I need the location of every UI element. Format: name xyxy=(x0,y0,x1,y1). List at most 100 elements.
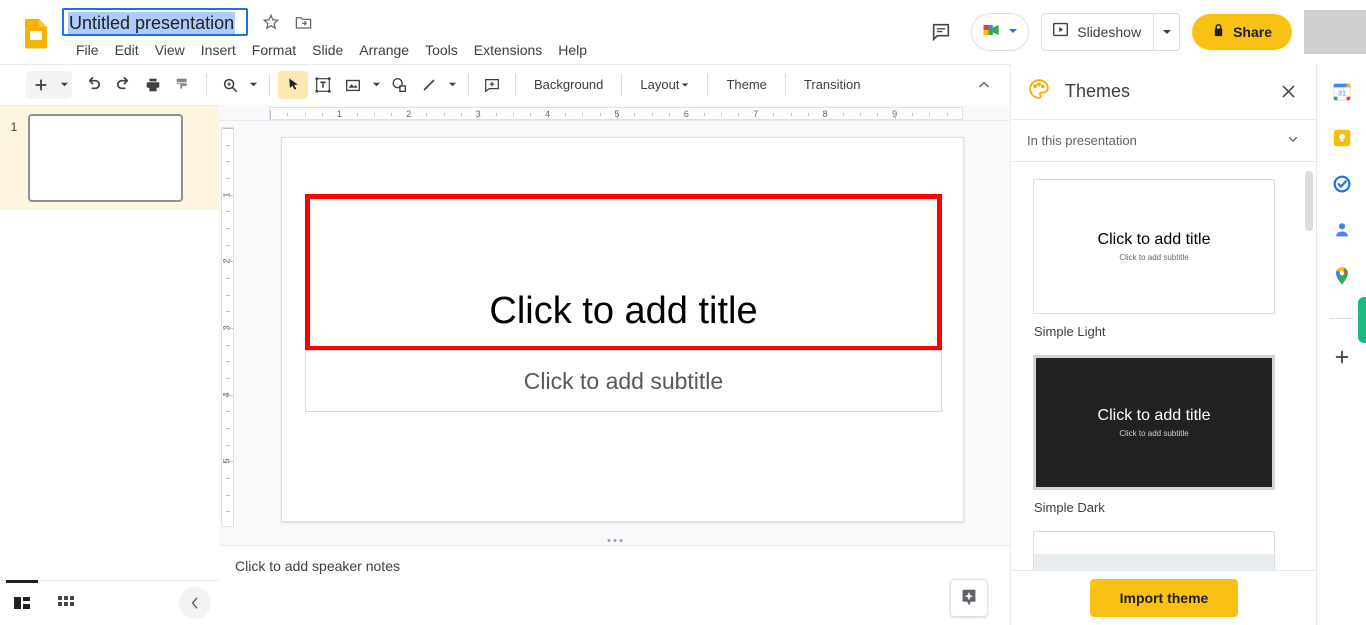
theme-thumbnail[interactable]: Click to add title Click to add subtitle xyxy=(1033,179,1275,314)
ruler-tick xyxy=(304,113,306,116)
menu-item-file[interactable]: File xyxy=(68,38,107,62)
themes-footer: Import theme xyxy=(1011,570,1317,625)
theme-thumbnail[interactable]: Click to add title Click to add subtitle xyxy=(1033,355,1275,490)
ruler-tick xyxy=(374,113,376,116)
explore-sparkle-icon[interactable] xyxy=(950,579,988,617)
shape-button[interactable] xyxy=(384,71,414,99)
theme-thumbnail[interactable] xyxy=(1033,531,1275,570)
ruler-tick xyxy=(599,113,601,116)
ruler-tick xyxy=(356,113,358,116)
slide-filmstrip[interactable]: 1 xyxy=(0,105,219,580)
title-placeholder[interactable]: Click to add title xyxy=(305,194,942,351)
menu-item-extensions[interactable]: Extensions xyxy=(466,38,550,62)
add-comment-button[interactable] xyxy=(477,71,507,99)
vertical-ruler[interactable]: 12345 xyxy=(219,121,236,540)
add-app-plus-icon[interactable] xyxy=(1330,345,1354,369)
redo-button[interactable] xyxy=(108,71,138,99)
themes-list[interactable]: Click to add title Click to add subtitle… xyxy=(1011,163,1317,570)
themes-scrollbar[interactable] xyxy=(1305,171,1313,231)
line-dropdown-icon[interactable] xyxy=(444,71,460,99)
menu-item-insert[interactable]: Insert xyxy=(193,38,244,62)
google-maps-icon[interactable] xyxy=(1330,264,1354,288)
menu-item-help[interactable]: Help xyxy=(550,38,595,62)
ruler-label: 7 xyxy=(753,109,759,119)
ruler-tick xyxy=(226,428,230,429)
speaker-notes-pane[interactable]: Click to add speaker notes xyxy=(219,546,1010,625)
slide-thumbnail[interactable] xyxy=(28,114,183,202)
text-box-button[interactable] xyxy=(308,71,338,99)
slideshow-main[interactable]: Slideshow xyxy=(1042,14,1153,50)
presentation-title-input[interactable]: Untitled presentation xyxy=(62,8,248,36)
ruler-tick xyxy=(721,113,723,116)
ruler-tick xyxy=(223,461,233,463)
image-dropdown-icon[interactable] xyxy=(368,71,384,99)
subtitle-placeholder-text: Click to add subtitle xyxy=(523,367,724,394)
google-meet-button[interactable] xyxy=(971,13,1030,51)
new-slide-dropdown-icon[interactable] xyxy=(56,71,72,99)
insert-image-button[interactable] xyxy=(338,71,368,99)
slide-canvas[interactable]: Click to add title Click to add subtitle xyxy=(281,137,964,522)
ruler-tick xyxy=(322,113,324,116)
ruler-tick xyxy=(223,328,233,329)
menu-item-edit[interactable]: Edit xyxy=(107,38,147,62)
slide-number: 1 xyxy=(10,120,18,134)
layout-button[interactable]: Layout xyxy=(630,72,699,97)
new-slide-button[interactable] xyxy=(26,71,56,99)
title-row: Untitled presentation xyxy=(62,8,313,36)
star-icon[interactable] xyxy=(262,13,280,31)
menu-item-arrange[interactable]: Arrange xyxy=(351,38,417,62)
menu-item-tools[interactable]: Tools xyxy=(417,38,466,62)
theme-button[interactable]: Theme xyxy=(716,72,776,97)
collapse-filmstrip-icon[interactable] xyxy=(179,587,211,619)
close-icon[interactable] xyxy=(1272,76,1304,108)
theme-card-streamline[interactable] xyxy=(1033,531,1275,570)
zoom-dropdown-icon[interactable] xyxy=(245,71,261,99)
line-button[interactable] xyxy=(414,71,444,99)
ruler-tick xyxy=(669,113,671,116)
google-tasks-icon[interactable] xyxy=(1330,172,1354,196)
subtitle-placeholder[interactable]: Click to add subtitle xyxy=(305,350,942,412)
undo-button[interactable] xyxy=(78,71,108,99)
comment-history-icon[interactable] xyxy=(923,14,959,50)
paint-format-button[interactable] xyxy=(168,71,198,99)
side-notification-chip[interactable] xyxy=(1358,297,1366,343)
print-button[interactable] xyxy=(138,71,168,99)
menu-item-view[interactable]: View xyxy=(147,38,193,62)
chevron-down-icon xyxy=(1286,132,1300,149)
filmstrip-slide-1[interactable]: 1 xyxy=(0,106,219,210)
speaker-notes-placeholder[interactable]: Click to add speaker notes xyxy=(235,558,994,574)
slideshow-dropdown-icon[interactable] xyxy=(1153,14,1179,50)
background-button[interactable]: Background xyxy=(524,72,613,97)
google-calendar-icon[interactable]: 31 xyxy=(1330,80,1354,104)
zoom-button[interactable] xyxy=(215,71,245,99)
collapse-toolbar-icon[interactable] xyxy=(970,71,998,99)
grid-view-icon[interactable] xyxy=(44,581,88,625)
select-tool-button[interactable] xyxy=(278,70,308,99)
google-contacts-icon[interactable] xyxy=(1330,218,1354,242)
rail-divider xyxy=(1329,318,1354,319)
ruler-tick xyxy=(738,113,740,116)
google-keep-icon[interactable] xyxy=(1330,126,1354,150)
menu-item-slide[interactable]: Slide xyxy=(304,38,351,62)
themes-section-selector[interactable]: In this presentation xyxy=(1011,120,1316,162)
share-button[interactable]: Share xyxy=(1192,14,1292,50)
avatar[interactable] xyxy=(1304,10,1366,54)
theme-card-simple-dark[interactable]: Click to add title Click to add subtitle… xyxy=(1033,355,1275,515)
menu-item-format[interactable]: Format xyxy=(244,38,304,62)
import-theme-button[interactable]: Import theme xyxy=(1089,579,1239,617)
ruler-tick xyxy=(226,294,230,296)
ruler-tick xyxy=(270,110,271,119)
move-to-folder-icon[interactable] xyxy=(294,13,313,32)
new-slide-group xyxy=(26,70,72,99)
slideshow-button[interactable]: Slideshow xyxy=(1041,13,1181,51)
horizontal-ruler[interactable]: 123456789 xyxy=(219,105,1010,121)
ruler-tick xyxy=(651,113,653,116)
filmstrip-view-icon[interactable] xyxy=(0,580,44,625)
google-slides-logo[interactable] xyxy=(18,15,54,51)
theme-card-simple-light[interactable]: Click to add title Click to add subtitle… xyxy=(1033,179,1275,339)
ruler-tick xyxy=(226,361,230,363)
theme-thumb-subtitle: Click to add subtitle xyxy=(1119,429,1189,439)
toolbar-divider xyxy=(206,73,207,96)
transition-button[interactable]: Transition xyxy=(794,72,871,97)
notes-resize-handle[interactable] xyxy=(219,536,1010,546)
